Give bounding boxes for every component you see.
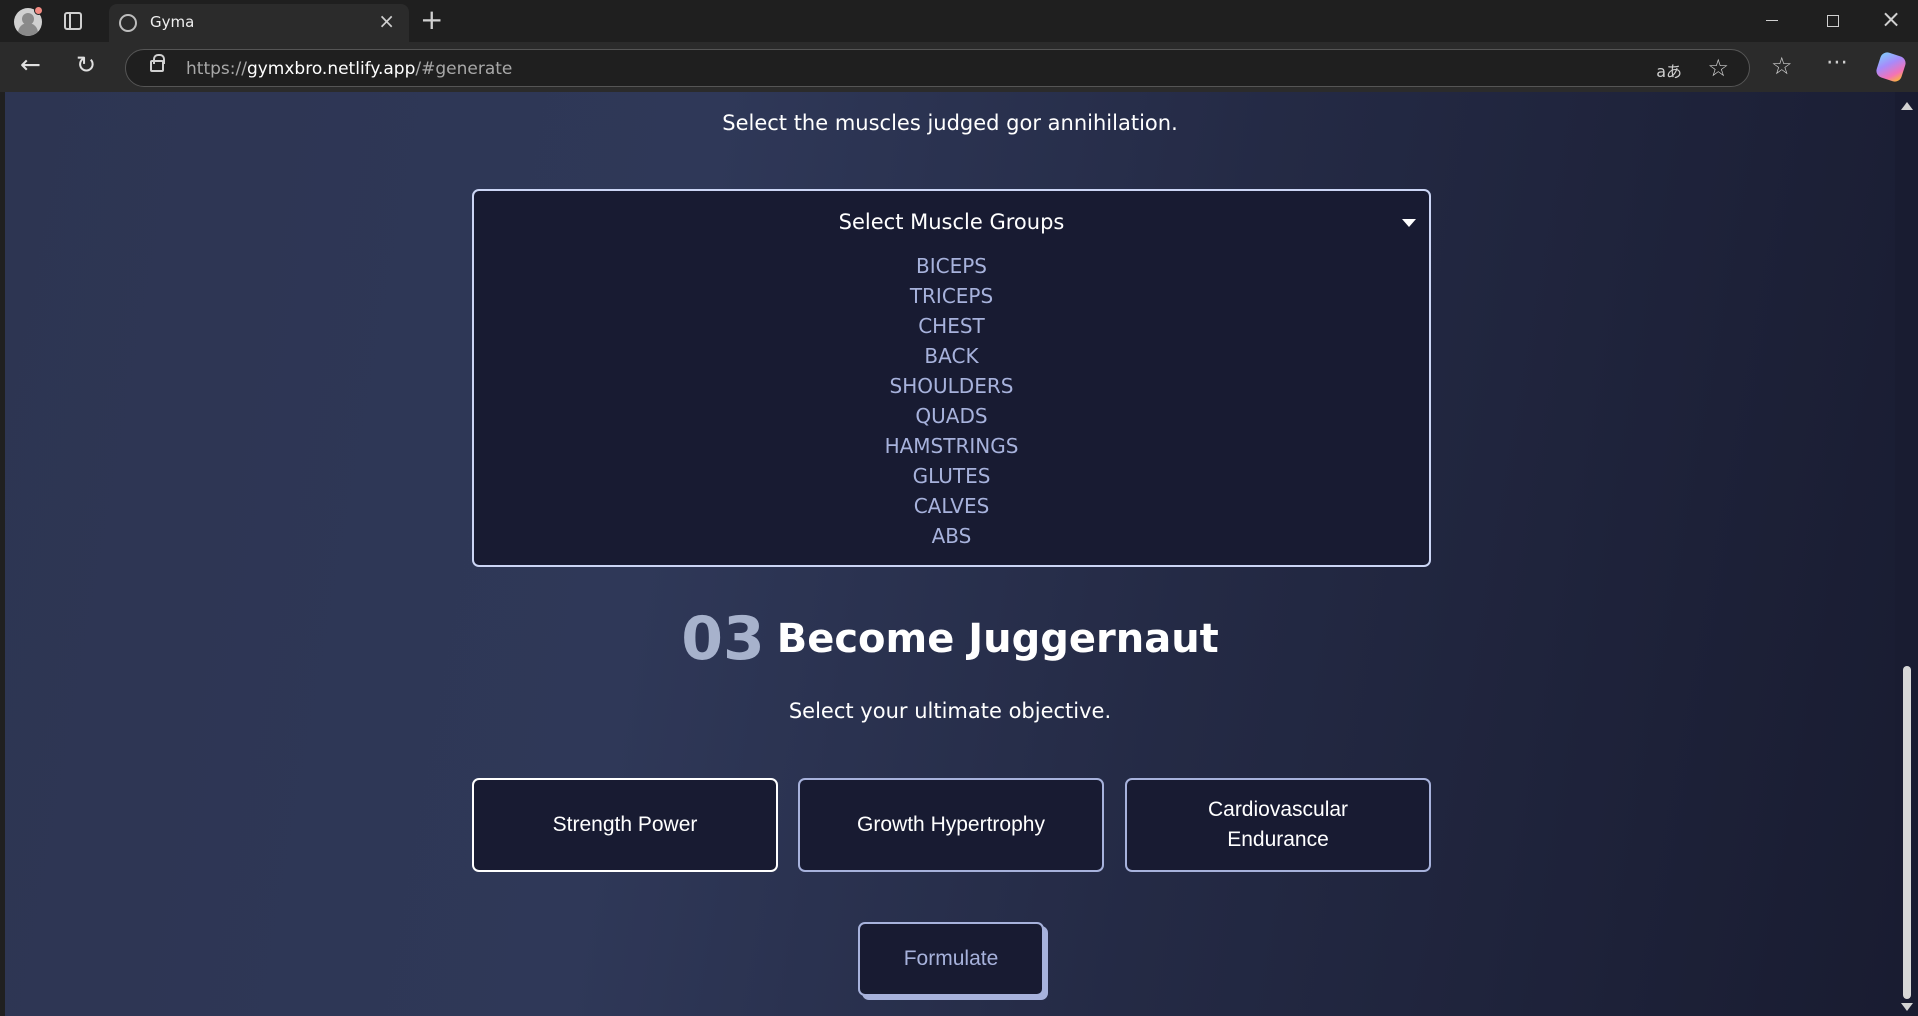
step-heading: 03 Become Juggernaut [5, 604, 1895, 674]
step-number: 03 [681, 604, 765, 674]
generate-page: Select the muscles judged gor annihilati… [5, 92, 1895, 1016]
muscle-option-calves[interactable]: CALVES [474, 492, 1429, 522]
lock-icon[interactable] [150, 54, 165, 72]
step-title: Become Juggernaut [776, 616, 1219, 662]
url-text: https://gymxbro.netlify.app/#generate [186, 59, 512, 79]
muscle-option-glutes[interactable]: GLUTES [474, 462, 1429, 492]
read-aloud-icon[interactable]: aあ [1656, 58, 1682, 82]
star-icon[interactable]: ☆ [1707, 54, 1729, 82]
goal-growth-hypertrophy-button[interactable]: Growth Hypertrophy [798, 778, 1104, 872]
muscles-prompt: Select the muscles judged gor annihilati… [722, 111, 1178, 135]
muscle-option-back[interactable]: BACK [474, 342, 1429, 372]
browser-tab[interactable]: Gyma × [109, 4, 409, 42]
new-tab-icon[interactable]: + [420, 5, 443, 35]
formulate-button[interactable]: Formulate [858, 922, 1044, 996]
restore-window-icon[interactable] [1827, 15, 1839, 27]
muscle-option-shoulders[interactable]: SHOULDERS [474, 372, 1429, 402]
goal-strength-power-button[interactable]: Strength Power [472, 778, 778, 872]
browser-tab-strip: Gyma × + × [0, 0, 1918, 42]
browser-toolbar: ← ↻ https://gymxbro.netlify.app/#generat… [0, 42, 1918, 92]
close-window-icon[interactable]: × [1881, 6, 1901, 32]
goal-cardiovascular-endurance-button[interactable]: Cardiovascular Endurance [1125, 778, 1431, 872]
address-bar[interactable]: https://gymxbro.netlify.app/#generate aあ… [125, 49, 1750, 87]
scroll-down-icon[interactable] [1901, 1003, 1913, 1011]
muscle-group-label[interactable]: Select Muscle Groups [474, 210, 1429, 234]
muscle-option-biceps[interactable]: BICEPS [474, 252, 1429, 282]
favorites-icon[interactable]: ☆ [1771, 52, 1793, 80]
vertical-scrollbar[interactable] [1895, 92, 1918, 1016]
chevron-down-icon[interactable] [1402, 219, 1416, 227]
back-icon[interactable]: ← [20, 51, 48, 79]
tab-title: Gyma [150, 13, 195, 31]
more-icon[interactable]: ⋯ [1826, 50, 1849, 75]
notification-dot [34, 6, 43, 15]
url-hash: /#generate [415, 59, 513, 79]
site-favicon-icon [119, 14, 137, 32]
tab-actions-icon[interactable] [64, 12, 82, 30]
muscle-option-abs[interactable]: ABS [474, 522, 1429, 552]
url-host: gymxbro.netlify.app [246, 59, 416, 79]
muscle-option-quads[interactable]: QUADS [474, 402, 1429, 432]
objective-prompt: Select your ultimate objective. [788, 699, 1112, 723]
muscle-options-list: BICEPS TRICEPS CHEST BACK SHOULDERS QUAD… [474, 252, 1429, 552]
close-tab-icon[interactable]: × [378, 11, 395, 31]
scroll-up-icon[interactable] [1901, 102, 1913, 110]
scrollbar-thumb[interactable] [1903, 666, 1911, 999]
url-protocol: https:// [186, 59, 247, 79]
muscle-group-dropdown[interactable]: Select Muscle Groups BICEPS TRICEPS CHES… [472, 189, 1431, 567]
muscle-option-hamstrings[interactable]: HAMSTRINGS [474, 432, 1429, 462]
minimize-window-icon[interactable] [1766, 20, 1778, 21]
reload-icon[interactable]: ↻ [76, 51, 104, 79]
muscle-option-triceps[interactable]: TRICEPS [474, 282, 1429, 312]
muscle-option-chest[interactable]: CHEST [474, 312, 1429, 342]
copilot-icon[interactable] [1874, 50, 1908, 84]
